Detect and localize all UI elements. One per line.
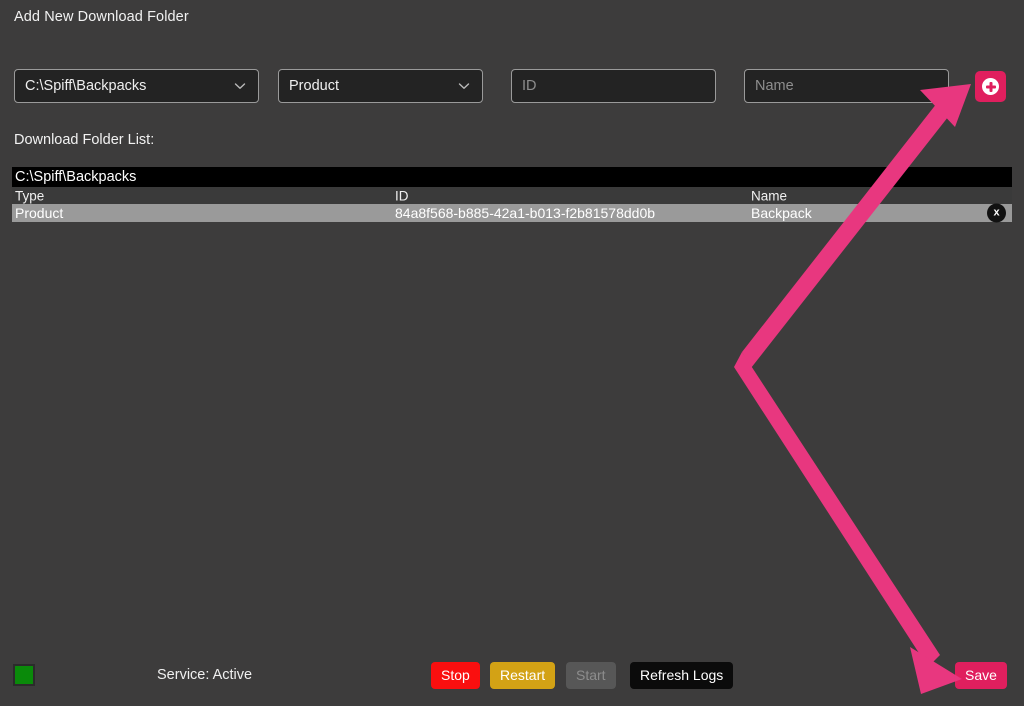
refresh-logs-button[interactable]: Refresh Logs bbox=[630, 662, 734, 689]
cell-type: Product bbox=[15, 205, 64, 221]
service-status-indicator bbox=[13, 664, 35, 686]
add-folder-button[interactable] bbox=[975, 71, 1006, 102]
name-field-placeholder: Name bbox=[755, 78, 794, 94]
folder-path-header-text: C:\Spiff\Backpacks bbox=[15, 169, 137, 185]
page-title: Add New Download Folder bbox=[14, 9, 189, 25]
plus-circle-icon bbox=[982, 78, 999, 95]
stop-button[interactable]: Stop bbox=[431, 662, 480, 689]
delete-row-button[interactable]: x bbox=[987, 203, 1006, 223]
column-header-type: Type bbox=[15, 187, 45, 203]
column-header-name: Name bbox=[751, 187, 788, 203]
annotation-arrow bbox=[734, 84, 971, 694]
start-button: Start bbox=[566, 662, 616, 689]
record-type-value: Product bbox=[289, 78, 339, 94]
table-row[interactable]: Product 84a8f568-b885-42a1-b013-f2b81578… bbox=[12, 203, 1012, 223]
cell-id: 84a8f568-b885-42a1-b013-f2b81578dd0b bbox=[395, 205, 656, 221]
folder-path-header: C:\Spiff\Backpacks bbox=[12, 167, 1012, 187]
save-button[interactable]: Save bbox=[955, 662, 1007, 689]
column-header-id: ID bbox=[395, 187, 409, 203]
id-field-placeholder: ID bbox=[522, 78, 537, 94]
chevron-down-icon bbox=[456, 78, 472, 94]
id-field[interactable]: ID bbox=[511, 69, 716, 103]
service-status-text: Service: Active bbox=[157, 667, 253, 683]
restart-button[interactable]: Restart bbox=[490, 662, 556, 689]
folder-path-select[interactable]: C:\Spiff\Backpacks bbox=[14, 69, 259, 103]
folder-path-value: C:\Spiff\Backpacks bbox=[25, 78, 147, 94]
download-folder-list: C:\Spiff\Backpacks Type ID Name Product … bbox=[12, 167, 1012, 223]
chevron-down-icon bbox=[232, 78, 248, 94]
name-field[interactable]: Name bbox=[744, 69, 949, 103]
download-folder-list-label: Download Folder List: bbox=[14, 132, 155, 148]
record-type-select[interactable]: Product bbox=[278, 69, 483, 103]
table-header-row: Type ID Name bbox=[12, 187, 1012, 204]
app-root: Add New Download Folder C:\Spiff\Backpac… bbox=[0, 0, 1024, 706]
add-folder-form: C:\Spiff\Backpacks Product ID Name bbox=[0, 69, 1024, 105]
cell-name: Backpack bbox=[751, 205, 812, 221]
